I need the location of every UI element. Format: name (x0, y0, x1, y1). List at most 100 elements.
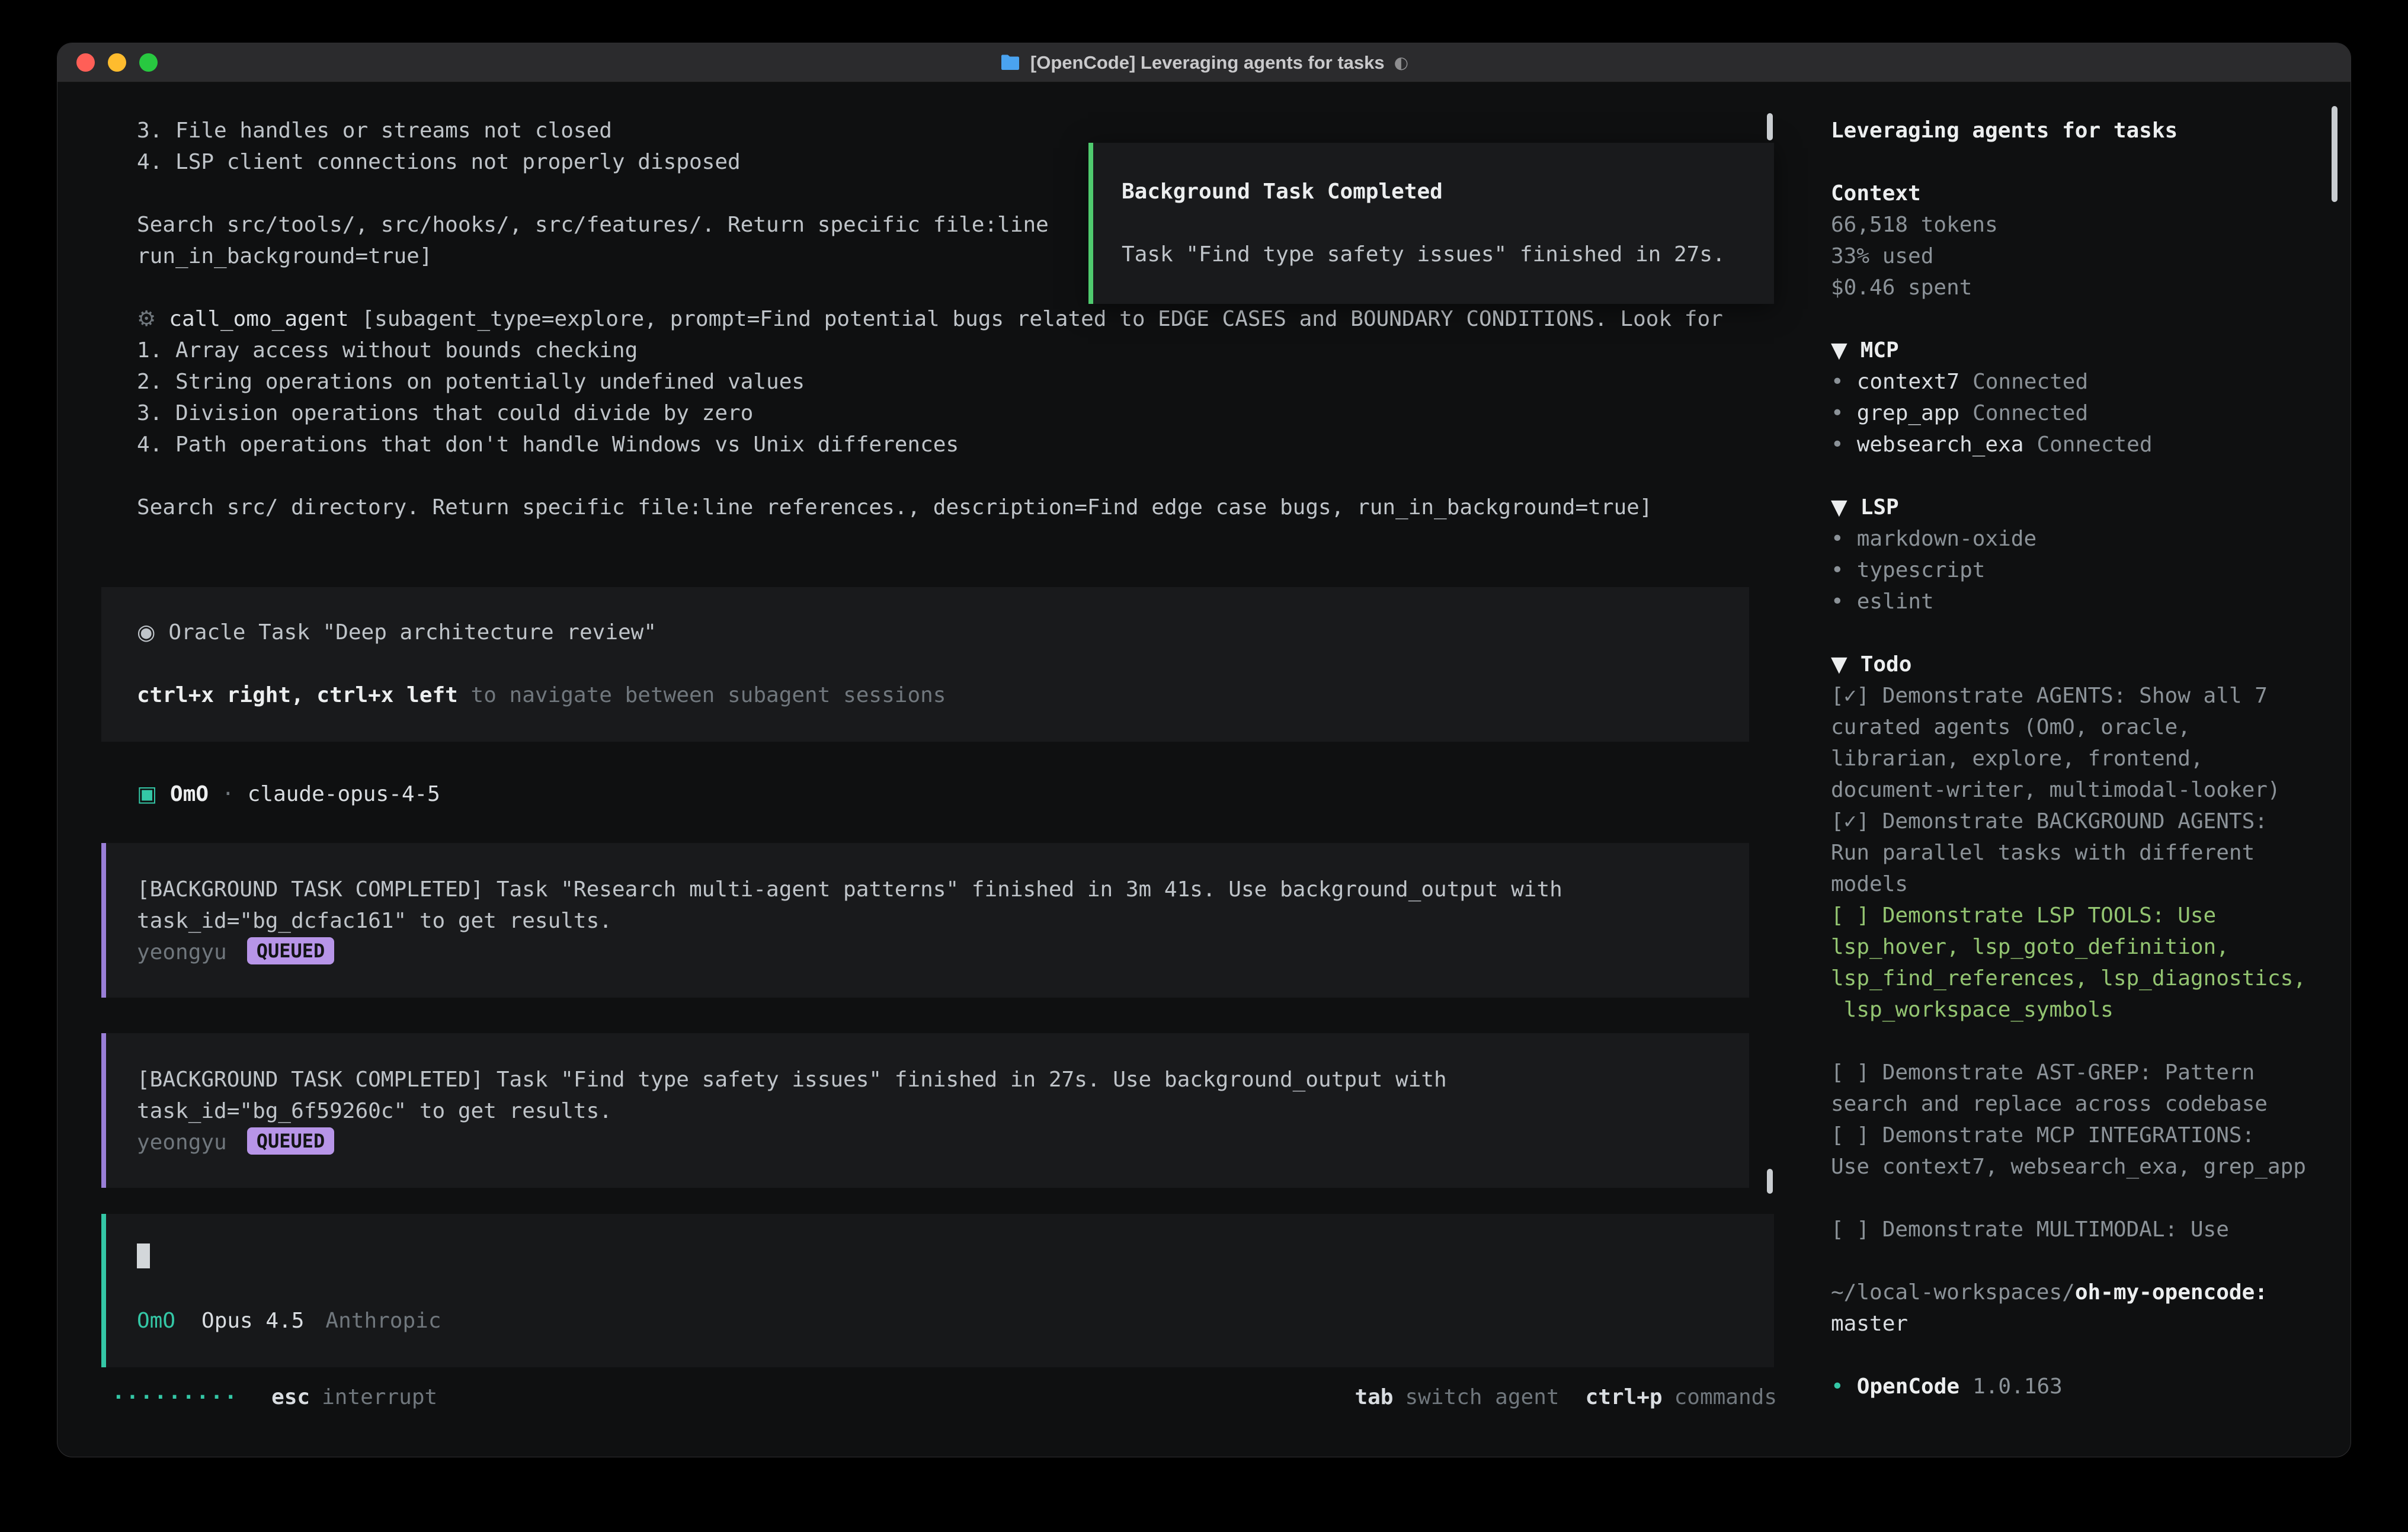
message-meta: yeongyuQUEUED (137, 937, 1749, 968)
ctrl-p-label: commands (1674, 1385, 1777, 1409)
bullet-icon: • (1831, 401, 1844, 425)
text-line: 4. Path operations that don't handle Win… (137, 429, 1808, 460)
tab-key: tab (1354, 1385, 1393, 1409)
text-line: [ ] Demonstrate MCP INTEGRATIONS: (1831, 1120, 2327, 1151)
message-line: [BACKGROUND TASK COMPLETED] Task "Find t… (137, 1064, 1749, 1095)
scrollback-line: 3. File handles or streams not closed (137, 115, 1808, 146)
text-line: librarian, explore, frontend, (1831, 743, 2327, 774)
active-model: Opus 4.5 (201, 1309, 304, 1333)
agent-header: ▣OmO·claude-opus-4-5 (137, 778, 1808, 810)
active-agent: OmO (137, 1309, 175, 1333)
ctrl-p-key: ctrl+p (1586, 1385, 1663, 1409)
todo-item: [ ] Demonstrate MCP INTEGRATIONS:Use con… (1831, 1120, 2327, 1182)
titlebar[interactable]: [OpenCode] Leveraging agents for tasks ◐ (57, 43, 2351, 82)
separator-dot: · (222, 782, 235, 806)
bullet-icon: • (1831, 589, 1844, 614)
traffic-lights (76, 43, 158, 82)
blank-line (1831, 1025, 2327, 1057)
window-title: [OpenCode] Leveraging agents for tasks (1030, 52, 1385, 73)
oracle-title-line: ◉ Oracle Task "Deep architecture review" (137, 617, 1749, 648)
session-title: Leveraging agents for tasks (1831, 115, 2327, 146)
notification-body: Task "Find type safety issues" finished … (1122, 239, 1774, 270)
todo-item-active: [ ] Demonstrate LSP TOOLS: Uselsp_hover,… (1831, 900, 2327, 1025)
mcp-heading-label: MCP (1861, 338, 1899, 363)
mcp-item: •context7Connected (1831, 366, 2327, 398)
todo-item: [✓] Demonstrate AGENTS: Show all 7curate… (1831, 680, 2327, 806)
context-spent: $0.46 spent (1831, 272, 2327, 303)
message-meta: yeongyuQUEUED (137, 1127, 1749, 1158)
repo-name: oh-my-opencode: (2075, 1280, 2268, 1305)
app-version: 1.0.163 (1972, 1374, 2063, 1399)
message-scrollbar-thumb[interactable] (1767, 1169, 1773, 1194)
bullet-icon: • (1831, 558, 1844, 582)
hint-keys: ctrl+x right, ctrl+x left (137, 683, 458, 707)
workspace-path: ~/local-workspaces/oh-my-opencode: (1831, 1277, 2327, 1308)
text-line: Run parallel tasks with different (1831, 837, 2327, 868)
mcp-status: Connected (1972, 370, 2088, 394)
bullet-icon: • (1831, 370, 1844, 394)
mcp-status: Connected (2036, 432, 2152, 457)
sidebar-scrollbar-thumb[interactable] (2332, 106, 2337, 202)
tool-call-items: 1. Array access without bounds checking2… (57, 335, 1808, 460)
lsp-section-heading[interactable]: ▼LSP (1831, 492, 2327, 523)
mcp-section-heading[interactable]: ▼MCP (1831, 335, 2327, 366)
text-line: [ ] Demonstrate AST-GREP: Pattern (1831, 1057, 2327, 1088)
blank-line (57, 460, 1808, 492)
gear-icon: ⚙ (137, 307, 156, 331)
queued-badge: QUEUED (247, 937, 335, 964)
tool-call-tail: Search src/ directory. Return specific f… (137, 492, 1808, 523)
blank-line (1831, 1339, 2327, 1371)
blank-line (137, 1274, 1774, 1305)
collapse-triangle-icon: ▼ (1831, 652, 1847, 677)
window-title-area: [OpenCode] Leveraging agents for tasks ◐ (1000, 52, 1408, 73)
text-line: models (1831, 868, 2327, 900)
message-line: task_id="bg_dcfac161" to get results. (137, 905, 1749, 937)
lsp-item: • typescript (1831, 555, 2327, 586)
text-line: curated agents (OmO, oracle, (1831, 711, 2327, 743)
input-line[interactable] (137, 1242, 1774, 1274)
sidebar: Leveraging agents for tasks Context 66,5… (1808, 82, 2351, 1457)
agent-model: claude-opus-4-5 (248, 782, 440, 806)
terminal-window: [OpenCode] Leveraging agents for tasks ◐… (57, 43, 2351, 1457)
lsp-item: •markdown-oxide (1831, 523, 2327, 555)
bullet-icon: • (1831, 1374, 1844, 1399)
message-background-task: [BACKGROUND TASK COMPLETED] Task "Resear… (101, 843, 1749, 998)
mcp-name: grep_app (1857, 401, 1959, 425)
blank-line (137, 648, 1749, 680)
text-line: [✓] Demonstrate BACKGROUND AGENTS: (1831, 806, 2327, 837)
blank-line (1122, 207, 1774, 239)
text-line: 3. Division operations that could divide… (137, 398, 1808, 429)
app-name: OpenCode (1857, 1374, 1959, 1399)
esc-hint: escinterrupt (271, 1382, 437, 1413)
tool-args: [subagent_type=explore, prompt=Find pote… (349, 307, 1723, 331)
context-used: 33% used (1831, 241, 2327, 272)
prompt-input[interactable]: OmOOpus 4.5Anthropic (101, 1214, 1774, 1367)
tab-label: switch agent (1405, 1385, 1559, 1409)
lsp-item: • eslint (1831, 586, 2327, 617)
todo-section-heading[interactable]: ▼Todo (1831, 649, 2327, 680)
minimize-button[interactable] (108, 53, 126, 72)
context-tokens: 66,518 tokens (1831, 209, 2327, 241)
message-line: [BACKGROUND TASK COMPLETED] Task "Resear… (137, 874, 1749, 905)
text-line: [ ] Demonstrate LSP TOOLS: Use (1831, 900, 2327, 931)
mcp-status: Connected (1972, 401, 2088, 425)
spinner-dots: ········· (112, 1382, 238, 1413)
fisheye-icon: ◉ (137, 620, 155, 645)
mcp-item: • grep_app Connected (1831, 398, 2327, 429)
folder-icon (1000, 54, 1021, 72)
fullscreen-button[interactable] (139, 53, 158, 72)
lsp-name: eslint (1857, 589, 1934, 614)
main-scrollbar-thumb[interactable] (1767, 113, 1773, 140)
close-button[interactable] (76, 53, 95, 72)
terminal-main-pane[interactable]: 3. File handles or streams not closed 4.… (57, 82, 1808, 1457)
text-line: lsp_workspace_symbols (1831, 994, 2327, 1025)
collapse-triangle-icon: ▼ (1831, 495, 1847, 520)
tool-call-line: ⚙call_omo_agent [subagent_type=explore, … (137, 303, 1808, 335)
background-task-notification: Background Task Completed Task "Find typ… (1088, 143, 1774, 304)
navigation-hint: ctrl+x right, ctrl+x left to navigate be… (137, 680, 1749, 711)
blank-line (1831, 146, 2327, 178)
oracle-task-title: Oracle Task "Deep architecture review" (168, 620, 657, 645)
message-background-task: [BACKGROUND TASK COMPLETED] Task "Find t… (101, 1033, 1749, 1188)
lsp-name: typescript (1857, 558, 1986, 582)
blank-line (1831, 1245, 2327, 1277)
